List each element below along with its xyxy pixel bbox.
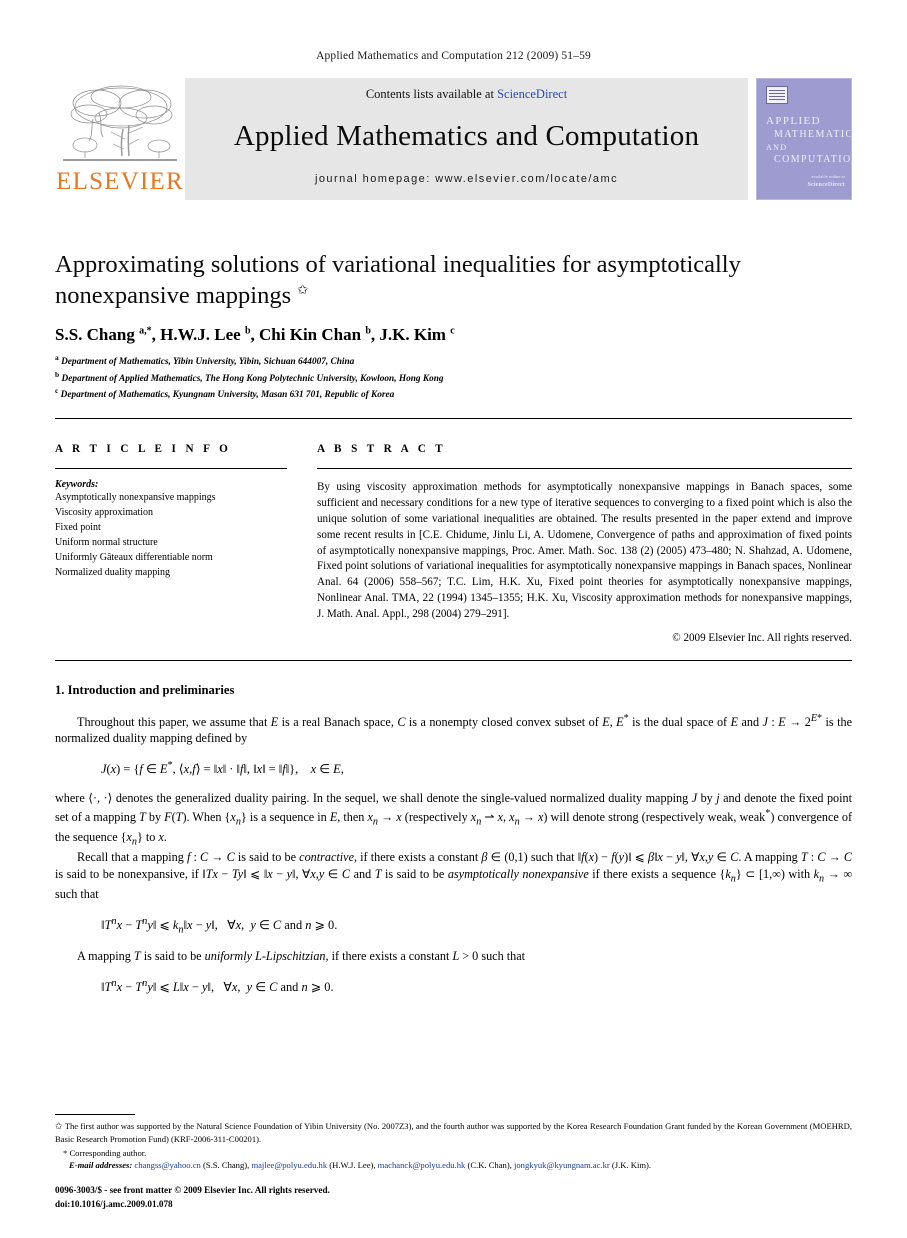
paragraph: A mapping T is said to be uniformly L-Li… [77, 949, 525, 964]
affiliation-text: Department of Applied Mathematics, The H… [61, 373, 444, 384]
footnote-block: ✩ The first author was supported by the … [55, 1113, 852, 1212]
abstract-rule [317, 468, 852, 470]
masthead-band: Contents lists available at ScienceDirec… [185, 78, 748, 200]
article-title-text: Approximating solutions of variational i… [55, 251, 741, 309]
email-link[interactable]: jongkyuk@kyungnam.ac.kr [514, 1160, 610, 1170]
cover-title-line-2: MATHEMATICS [774, 129, 852, 140]
author-list: S.S. Chang a,*, H.W.J. Lee b, Chi Kin Ch… [55, 325, 455, 345]
elsevier-wordmark: ELSEVIER [56, 168, 184, 195]
email-person: (S.S. Chang) [202, 1159, 248, 1170]
keyword-item: Asymptotically nonexpansive mappings [55, 492, 216, 504]
doi-line: doi:10.1016/j.amc.2009.01.078 [55, 1199, 173, 1210]
cover-publisher-mark-icon [766, 86, 788, 104]
email-link[interactable]: changss@yahoo.cn [134, 1160, 200, 1170]
keyword-item: Uniformly Gâteaux differentiable norm [55, 552, 213, 564]
journal-article-page: Applied Mathematics and Computation 212 … [0, 0, 907, 1238]
abstract-body: By using viscosity approximation methods… [317, 481, 852, 620]
corresponding-marker: * [63, 1147, 68, 1158]
affiliation-text: Department of Mathematics, Yibin Univers… [61, 357, 355, 368]
keyword-item: Normalized duality mapping [55, 567, 170, 579]
affiliation-list: a Department of Mathematics, Yibin Unive… [55, 353, 852, 402]
running-head: Applied Mathematics and Computation 212 … [316, 50, 591, 62]
keyword-item: Fixed point [55, 522, 101, 534]
elsevier-tree-icon [59, 83, 181, 169]
cover-sd-brand: ScienceDirect [807, 182, 845, 188]
funding-footnote-text: The first author was supported by the Na… [55, 1120, 852, 1144]
article-info-heading: A R T I C L E I N F O [55, 443, 232, 456]
email-person: (C.K. Chan) [467, 1159, 510, 1170]
article-info-rule [55, 468, 287, 470]
email-footnote: E-mail addresses: changss@yahoo.cn (S.S.… [69, 1159, 652, 1170]
affiliation-marker: c [55, 385, 59, 395]
issn-line: 0096-3003/$ - see front matter © 2009 El… [55, 1185, 330, 1196]
equation: ‖Tnx − Tny‖ ⩽ L‖x − y‖, ∀x, y ∈ C and n … [101, 978, 334, 995]
affiliation-marker: b [55, 369, 60, 379]
corresponding-author-footnote: * Corresponding author. [55, 1148, 852, 1158]
journal-masthead: ELSEVIER Contents lists available at Sci… [55, 78, 852, 200]
cover-title-line-1: APPLIED [766, 115, 822, 127]
email-label: E-mail addresses: [69, 1159, 133, 1170]
affiliation-text: Department of Mathematics, Kyungnam Univ… [60, 389, 395, 400]
article-info-column: A R T I C L E I N F O Keywords: Asymptot… [55, 443, 287, 644]
affiliation: b Department of Applied Mathematics, The… [55, 370, 852, 386]
article-title: Approximating solutions of variational i… [55, 250, 852, 311]
email-person: (J.K. Kim) [611, 1159, 649, 1170]
email-person: (H.W.J. Lee) [329, 1159, 374, 1170]
affiliation-marker: a [55, 353, 59, 363]
cover-title-line-3: AND [766, 143, 788, 152]
email-link[interactable]: majlee@polyu.edu.hk [251, 1160, 327, 1170]
divider-above-info [55, 418, 852, 420]
journal-title: Applied Mathematics and Computation [233, 120, 700, 152]
paragraph: Throughout this paper, we assume that E … [55, 712, 853, 746]
equation: J(x) = {f ∈ E*, ⟨x,f⟩ = ‖x‖ · ‖f‖, ‖x‖ =… [101, 760, 344, 777]
contents-lists-prefix: Contents lists available at [365, 87, 498, 101]
section-heading: 1. Introduction and preliminaries [55, 682, 235, 697]
abstract-column: A B S T R A C T By using viscosity appro… [317, 443, 852, 644]
affiliation: a Department of Mathematics, Yibin Unive… [55, 353, 852, 369]
keywords-label: Keywords: [55, 479, 99, 491]
corresponding-text: Corresponding author. [69, 1147, 147, 1158]
keyword-item: Viscosity approximation [55, 507, 153, 519]
divider-below-abstract [55, 659, 852, 661]
section-introduction: 1. Introduction and preliminaries Throug… [55, 683, 852, 995]
title-block: Approximating solutions of variational i… [55, 250, 852, 311]
keyword-item: Uniform normal structure [55, 537, 158, 549]
funding-footnote: ✩ The first author was supported by the … [55, 1120, 852, 1145]
abstract-heading: A B S T R A C T [317, 443, 447, 456]
funding-footnote-marker: ✩ [55, 1120, 63, 1131]
journal-cover-thumbnail: APPLIED MATHEMATICS AND COMPUTATION avai… [756, 78, 852, 200]
cover-title-line-4: COMPUTATION [774, 154, 852, 165]
title-footnote-marker: ✩ [297, 281, 309, 297]
journal-homepage[interactable]: journal homepage: www.elsevier.com/locat… [315, 173, 618, 185]
paragraph: where ⟨·, ·⟩ denotes the generalized dua… [55, 791, 853, 848]
email-link[interactable]: machanck@polyu.edu.hk [378, 1160, 466, 1170]
elsevier-logo: ELSEVIER [55, 78, 185, 200]
issn-block: 0096-3003/$ - see front matter © 2009 El… [55, 1184, 852, 1212]
paragraph: Recall that a mapping f : C → C is said … [55, 850, 853, 902]
footnote-rule [55, 1113, 135, 1115]
affiliation: c Department of Mathematics, Kyungnam Un… [55, 386, 852, 402]
info-abstract-row: A R T I C L E I N F O Keywords: Asymptot… [55, 443, 852, 644]
equation: ‖Tnx − Tny‖ ⩽ kn‖x − y‖, ∀x, y ∈ C and n… [101, 915, 338, 936]
cover-sd-small: available online at [811, 174, 845, 180]
cover-sciencedirect-mark: available online at ScienceDirect [808, 174, 845, 190]
sciencedirect-link[interactable]: ScienceDirect [497, 87, 567, 101]
contents-lists-line: Contents lists available at ScienceDirec… [366, 87, 567, 102]
abstract-copyright: © 2009 Elsevier Inc. All rights reserved… [672, 631, 852, 644]
